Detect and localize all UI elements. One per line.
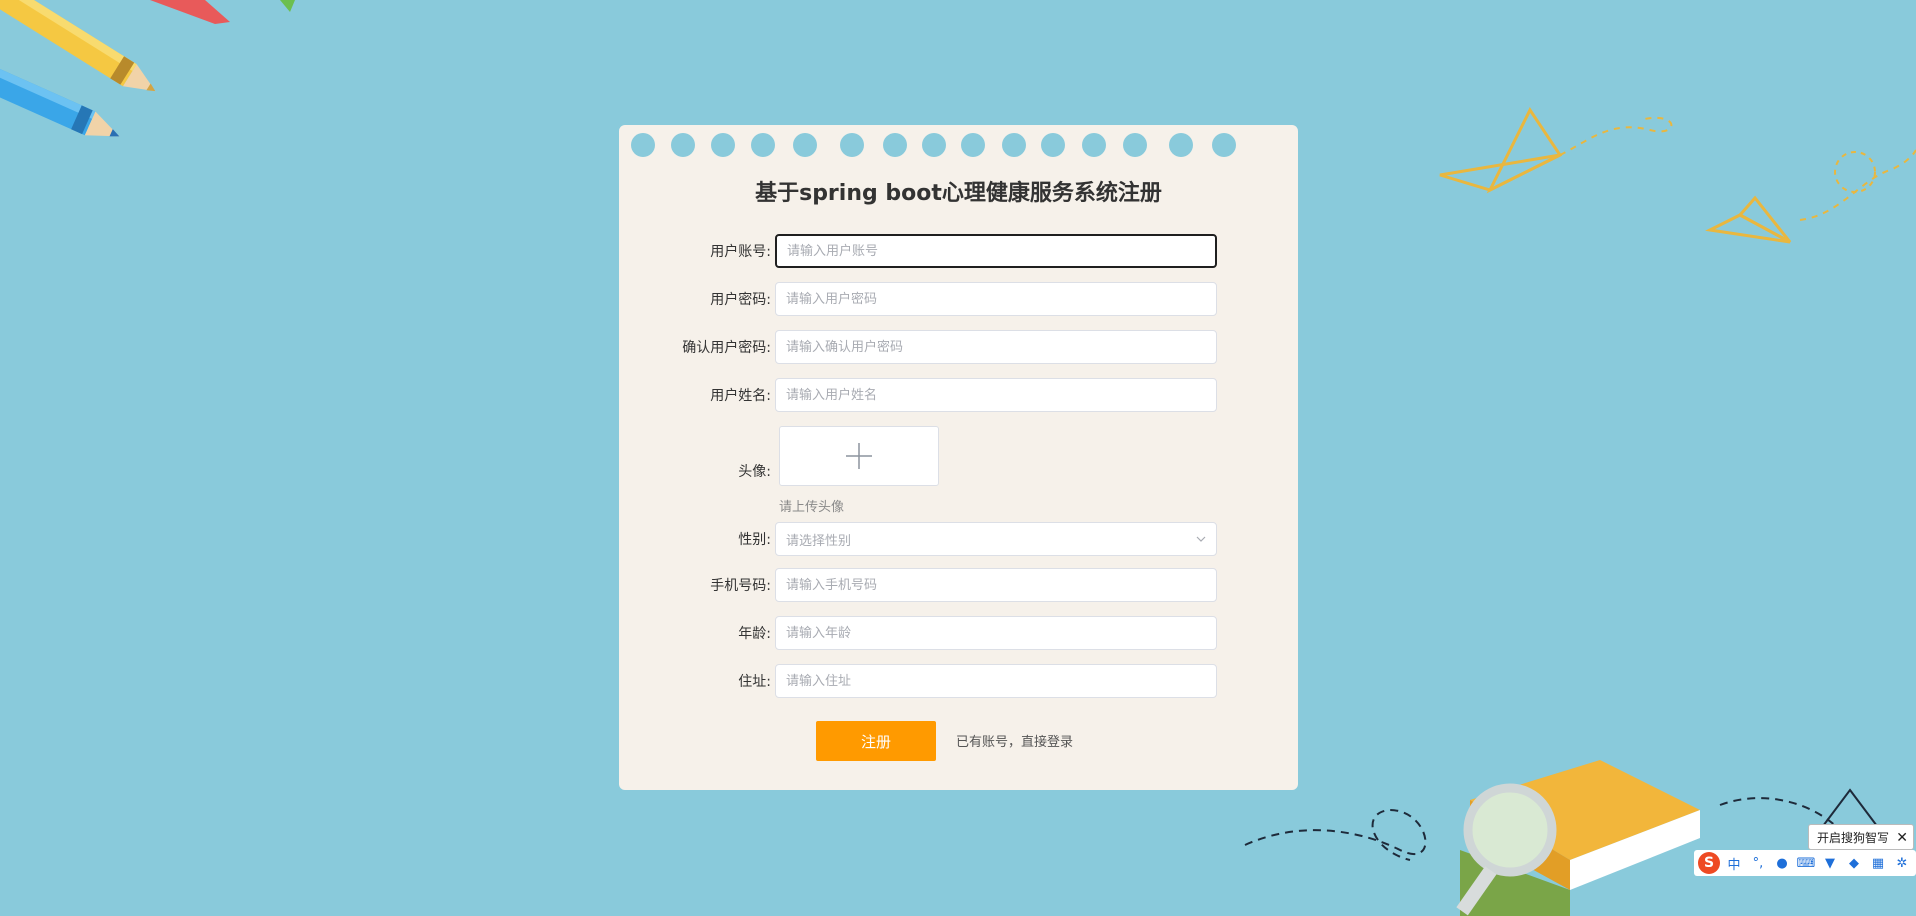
account-input[interactable] [775, 234, 1217, 268]
confirm-password-label: 确认用户密码: [682, 340, 771, 356]
notebook-holes [619, 133, 1298, 163]
address-input[interactable] [775, 664, 1217, 698]
age-row: 年龄: [619, 616, 1298, 652]
ime-mode-toggle[interactable]: 中 [1724, 854, 1744, 873]
sogou-logo-icon[interactable]: S [1698, 852, 1720, 874]
confirm-password-input[interactable] [775, 330, 1217, 364]
account-row: 用户账号: [619, 234, 1298, 270]
avatar-upload-button[interactable] [779, 426, 939, 486]
avatar-row: 头像: 请上传头像 [619, 426, 1298, 516]
microphone-icon[interactable]: ● [1772, 856, 1792, 871]
keyboard-icon[interactable]: ⌨ [1796, 856, 1816, 871]
avatar-label: 头像: [738, 464, 771, 480]
ime-toolbar: S 中 °, ● ⌨ ▼ ◆ ▦ ✲ [1694, 850, 1916, 876]
address-row: 住址: [619, 664, 1298, 700]
gender-placeholder: 请选择性别 [786, 533, 852, 549]
ime-tip-text: 开启搜狗智写 [1817, 831, 1890, 845]
avatar-hint: 请上传头像 [779, 500, 845, 515]
age-label: 年龄: [738, 626, 771, 642]
login-link[interactable]: 已有账号，直接登录 [956, 731, 1073, 750]
ime-smart-write-tip[interactable]: 开启搜狗智写 ✕ [1808, 824, 1914, 850]
phone-input[interactable] [775, 568, 1217, 602]
game-icon[interactable]: ◆ [1844, 856, 1864, 871]
apps-icon[interactable]: ▦ [1868, 856, 1888, 871]
chevron-down-icon [1196, 536, 1206, 542]
address-label: 住址: [738, 674, 771, 690]
page-title: 基于spring boot心理健康服务系统注册 [755, 181, 1162, 206]
register-card: 基于spring boot心理健康服务系统注册 用户账号: 用户密码: 确认用户… [619, 125, 1298, 790]
punctuation-icon[interactable]: °, [1748, 856, 1768, 871]
gender-row: 性别: 请选择性别 [619, 522, 1298, 558]
gender-select[interactable]: 请选择性别 [775, 522, 1217, 556]
paper-planes-decoration [1439, 107, 1916, 244]
skin-icon[interactable]: ▼ [1820, 856, 1840, 871]
password-input[interactable] [775, 282, 1217, 316]
name-input[interactable] [775, 378, 1217, 412]
plus-icon [846, 443, 872, 469]
account-label: 用户账号: [710, 244, 771, 260]
phone-row: 手机号码: [619, 568, 1298, 604]
close-icon[interactable]: ✕ [1896, 825, 1908, 851]
name-label: 用户姓名: [710, 388, 771, 404]
name-row: 用户姓名: [619, 378, 1298, 414]
phone-label: 手机号码: [710, 578, 771, 594]
confirm-password-row: 确认用户密码: [619, 330, 1298, 366]
settings-icon[interactable]: ✲ [1892, 856, 1912, 871]
age-input[interactable] [775, 616, 1217, 650]
gender-label: 性别: [738, 532, 771, 548]
register-button[interactable]: 注册 [816, 721, 936, 761]
password-row: 用户密码: [619, 282, 1298, 318]
password-label: 用户密码: [710, 292, 771, 308]
pencils-decoration [0, 0, 295, 137]
